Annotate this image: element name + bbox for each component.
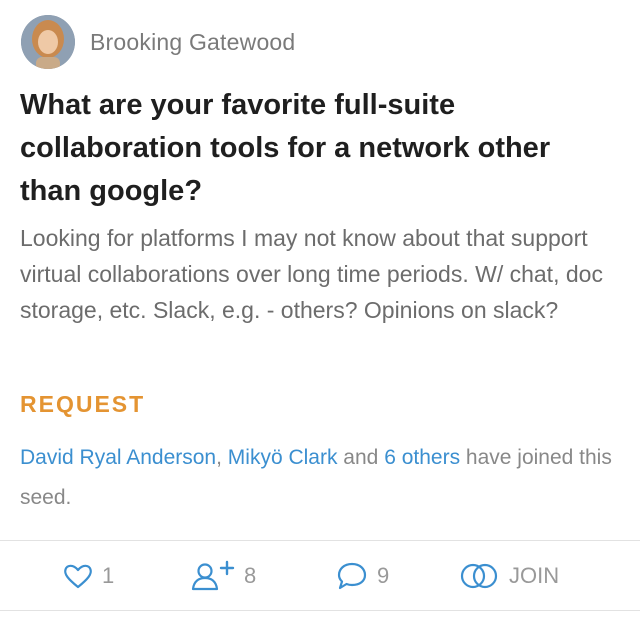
separator-text: , xyxy=(216,446,228,469)
avatar[interactable] xyxy=(21,15,75,69)
and-text: and xyxy=(337,446,385,469)
interlocking-rings-icon xyxy=(457,561,501,591)
others-link[interactable]: 6 others xyxy=(384,446,460,469)
comment-count: 9 xyxy=(377,562,390,588)
comment-button[interactable]: 9 xyxy=(335,541,389,610)
action-bar: 1 8 9 JOIN xyxy=(0,541,640,610)
avatar-portrait xyxy=(21,15,75,69)
add-person-icon xyxy=(190,560,236,592)
join-label: JOIN xyxy=(509,562,560,588)
author-name[interactable]: Brooking Gatewood xyxy=(90,29,295,56)
member-link-david[interactable]: David Ryal Anderson xyxy=(20,446,216,469)
post-title[interactable]: What are your favorite full-suite collab… xyxy=(20,84,600,213)
member-link-mikyo[interactable]: Mikyö Clark xyxy=(228,446,338,469)
follower-count: 8 xyxy=(244,562,257,588)
follow-button[interactable]: 8 xyxy=(190,541,256,610)
joined-members-text: David Ryal Anderson, Mikyö Clark and 6 o… xyxy=(20,438,620,518)
like-button[interactable]: 1 xyxy=(62,541,114,610)
author-row[interactable]: Brooking Gatewood xyxy=(21,14,295,70)
join-button[interactable]: JOIN xyxy=(457,541,559,610)
like-count: 1 xyxy=(102,562,115,588)
comment-bubble-icon xyxy=(335,560,369,592)
post-type-tag: REQUEST xyxy=(20,391,146,417)
divider-bottom xyxy=(0,610,640,611)
post-body: Looking for platforms I may not know abo… xyxy=(20,225,603,323)
heart-icon xyxy=(62,562,94,590)
